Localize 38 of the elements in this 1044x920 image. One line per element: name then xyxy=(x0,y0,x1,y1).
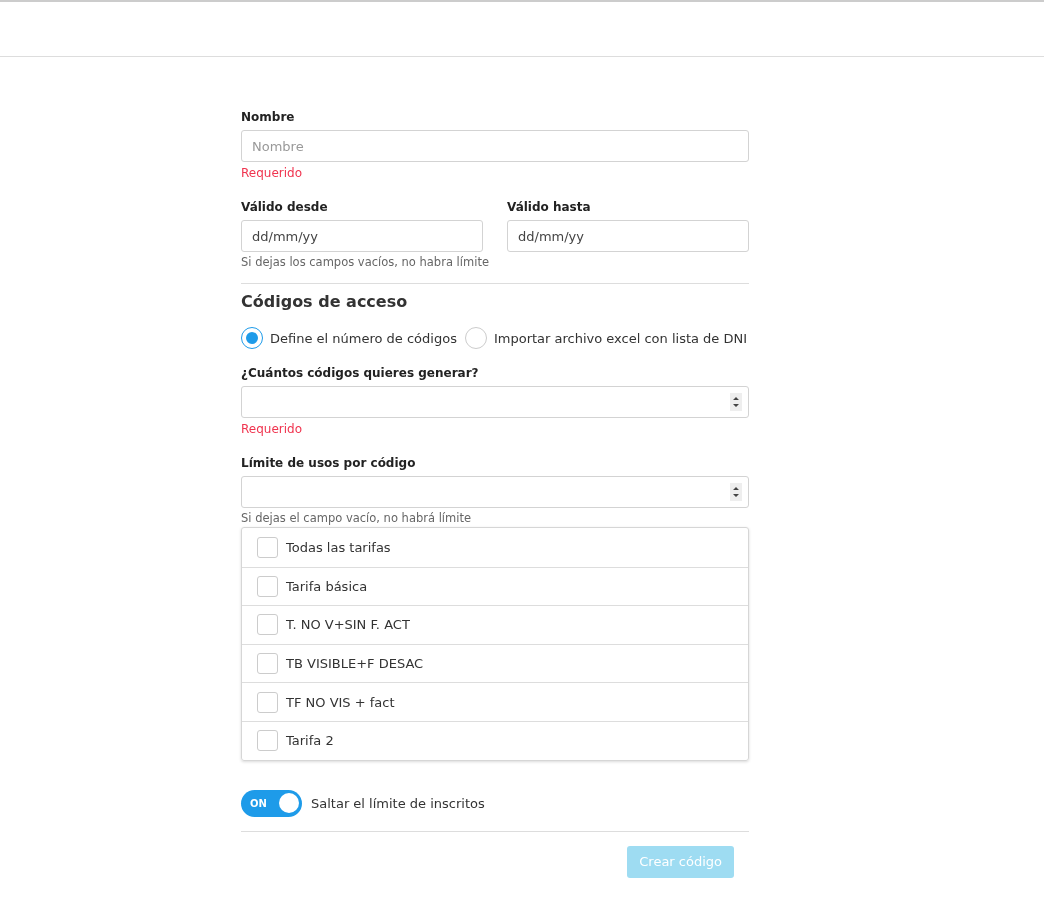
rate-label: Todas las tarifas xyxy=(286,539,391,555)
name-input[interactable]: Nombre xyxy=(241,130,749,162)
rate-option[interactable]: TF NO VIS + fact xyxy=(242,682,748,721)
rate-label: TB VISIBLE+F DESAC xyxy=(286,656,424,672)
field-label: ¿Cuántos códigos quieres generar? xyxy=(241,366,480,380)
error-message: Requerido xyxy=(241,422,303,436)
rate-option[interactable]: T. NO V+SIN F. ACT xyxy=(242,605,748,644)
rate-label: T. NO V+SIN F. ACT xyxy=(286,617,410,633)
rate-option[interactable]: Tarifa 2 xyxy=(242,720,748,760)
checkbox[interactable] xyxy=(257,653,278,675)
checkbox[interactable] xyxy=(257,536,278,558)
checkbox[interactable] xyxy=(257,575,278,597)
spinner-icon[interactable] xyxy=(730,483,742,501)
date-input[interactable]: dd/mm/yy xyxy=(507,220,749,252)
error-message: Requerido xyxy=(241,166,303,180)
radio-option[interactable]: Importar archivo excel con lista de DNI xyxy=(464,327,748,349)
rate-option[interactable]: Tarifa básica xyxy=(242,566,748,606)
number-input[interactable] xyxy=(241,476,749,508)
radio-option[interactable]: Define el número de códigos xyxy=(241,327,457,349)
rate-option[interactable]: TB VISIBLE+F DESAC xyxy=(242,643,748,683)
rate-label: Tarifa básica xyxy=(286,578,368,594)
hint-text: Si dejas los campos vacíos, no habra límite xyxy=(241,255,490,269)
section-title: Códigos de acceso xyxy=(241,292,409,311)
checkbox[interactable] xyxy=(257,691,278,713)
toggle-label: Saltar el límite de inscritos xyxy=(311,795,485,811)
field-label: Nombre xyxy=(241,110,296,124)
hint-text: Si dejas el campo vacío, no habrá límite xyxy=(241,511,473,525)
checkbox[interactable] xyxy=(257,614,278,636)
checkbox[interactable] xyxy=(257,730,278,752)
field-label: Válido hasta xyxy=(507,200,592,214)
rate-option[interactable]: Todas las tarifas xyxy=(242,528,748,567)
spinner-icon[interactable] xyxy=(730,393,742,411)
rate-label: Tarifa 2 xyxy=(286,733,334,749)
field-label: Límite de usos por código xyxy=(241,456,417,470)
date-input[interactable]: dd/mm/yy xyxy=(241,220,483,252)
field-label: Válido desde xyxy=(241,200,329,214)
rate-label: TF NO VIS + fact xyxy=(286,694,395,710)
number-input[interactable] xyxy=(241,386,749,418)
